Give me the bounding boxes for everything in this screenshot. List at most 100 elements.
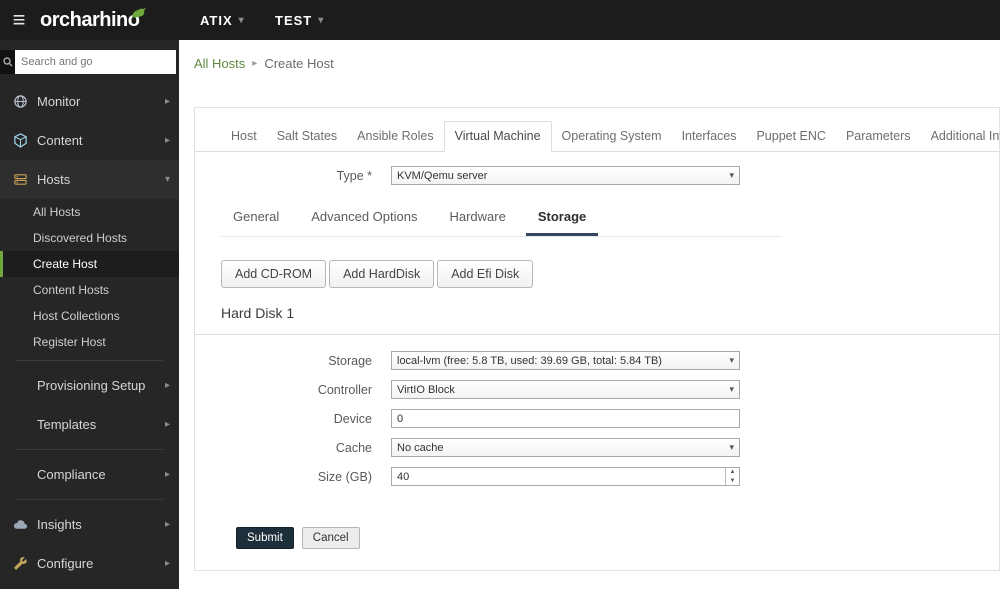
sidebar-item-infrastructure[interactable]: Infrastructure ▸ — [0, 583, 179, 589]
sidebar-item-compliance[interactable]: Compliance ▸ — [0, 455, 179, 494]
device-field-row: Device — [195, 409, 999, 428]
location-menu[interactable]: TEST ▾ — [275, 13, 324, 28]
sidebar-item-monitor[interactable]: Monitor ▸ — [0, 82, 179, 121]
top-bar: ≡ orcharhino ATIX ▾ TEST ▾ — [0, 0, 1000, 40]
divider — [195, 334, 999, 335]
sidebar-subitem-register-host[interactable]: Register Host — [0, 329, 179, 355]
subtab-advanced-options[interactable]: Advanced Options — [299, 203, 429, 236]
sidebar-item-insights[interactable]: Insights ▸ — [0, 505, 179, 544]
tab-ansible-roles[interactable]: Ansible Roles — [347, 122, 443, 151]
form-footer: Submit Cancel — [236, 527, 999, 549]
hard-disk-form: Storage local-lvm (free: 5.8 TB, used: 3… — [195, 351, 999, 486]
sidebar-item-label: Hosts — [37, 172, 71, 187]
tab-operating-system[interactable]: Operating System — [552, 122, 672, 151]
device-label: Device — [333, 411, 372, 426]
breadcrumb-all-hosts-link[interactable]: All Hosts — [194, 56, 245, 71]
hard-disk-title: Hard Disk 1 — [221, 305, 295, 321]
chevron-down-icon: ▾ — [238, 14, 245, 26]
sidebar-subitem-host-collections[interactable]: Host Collections — [0, 303, 179, 329]
controller-label: Controller — [317, 382, 372, 397]
provisioning-icon — [12, 378, 28, 394]
vm-subtab-bar: General Advanced Options Hardware Storag… — [221, 203, 781, 237]
search-input[interactable] — [15, 50, 176, 74]
subtab-hardware[interactable]: Hardware — [437, 203, 517, 236]
hamburger-menu-icon[interactable]: ≡ — [0, 0, 38, 40]
breadcrumb: All Hosts ▸ Create Host — [179, 40, 1000, 71]
subitem-label: Content Hosts — [33, 283, 110, 297]
chevron-right-icon: ▸ — [252, 58, 258, 69]
type-select[interactable]: KVM/Qemu server ▾ — [391, 166, 740, 185]
sidebar-item-label: Templates — [37, 417, 97, 432]
size-input-wrap: ▲ ▼ — [391, 467, 740, 486]
sidebar-subitem-discovered-hosts[interactable]: Discovered Hosts — [0, 225, 179, 251]
chevron-down-icon: ▾ — [318, 14, 325, 26]
app-logo[interactable]: orcharhino — [40, 7, 147, 32]
sidebar-item-provisioning-setup[interactable]: Provisioning Setup ▸ — [0, 366, 179, 405]
tab-puppet-enc[interactable]: Puppet ENC — [746, 122, 835, 151]
controller-field-row: Controller VirtIO Block ▾ — [195, 380, 999, 399]
subtab-general[interactable]: General — [221, 203, 291, 236]
sidebar-item-label: Content — [37, 133, 83, 148]
compliance-icon — [12, 467, 28, 483]
sidebar-divider — [16, 360, 163, 361]
sidebar-subitem-content-hosts[interactable]: Content Hosts — [0, 277, 179, 303]
type-label: Type * — [336, 168, 372, 183]
create-host-panel: Host Salt States Ansible Roles Virtual M… — [194, 107, 1000, 571]
device-input[interactable] — [392, 410, 739, 427]
subtab-storage[interactable]: Storage — [525, 203, 599, 236]
tab-parameters[interactable]: Parameters — [836, 122, 921, 151]
subitem-label: Discovered Hosts — [33, 231, 128, 245]
number-spinner[interactable]: ▲ ▼ — [725, 468, 739, 485]
org-menu[interactable]: ATIX ▾ — [200, 13, 245, 28]
cancel-button[interactable]: Cancel — [301, 527, 360, 549]
sidebar-item-hosts[interactable]: Hosts ▾ — [0, 160, 179, 199]
storage-label: Storage — [328, 353, 372, 368]
sidebar: Monitor ▸ Content ▸ Hosts ▾ All Hosts Di… — [0, 40, 179, 589]
chevron-down-icon: ▾ — [729, 384, 734, 394]
sidebar-subitem-all-hosts[interactable]: All Hosts — [0, 199, 179, 225]
sidebar-item-templates[interactable]: Templates ▸ — [0, 405, 179, 444]
storage-actions: Add CD-ROM Add HardDisk Add Efi Disk — [221, 260, 999, 288]
spinner-down-icon[interactable]: ▼ — [726, 477, 739, 486]
spinner-up-icon[interactable]: ▲ — [726, 468, 739, 477]
tab-interfaces[interactable]: Interfaces — [672, 122, 747, 151]
tab-salt-states[interactable]: Salt States — [267, 122, 347, 151]
cache-select[interactable]: No cache ▾ — [391, 438, 740, 457]
content-icon — [12, 133, 28, 149]
add-harddisk-button[interactable]: Add HardDisk — [329, 260, 435, 288]
add-efi-disk-button[interactable]: Add Efi Disk — [437, 260, 534, 288]
sidebar-item-label: Monitor — [37, 94, 81, 109]
sidebar-item-configure[interactable]: Configure ▸ — [0, 544, 179, 583]
subitem-label: Host Collections — [33, 309, 120, 323]
chevron-expanded-icon: ▾ — [164, 174, 170, 185]
subitem-label: Create Host — [33, 257, 98, 271]
cloud-icon — [12, 517, 28, 533]
cache-label: Cache — [335, 440, 372, 455]
tab-virtual-machine[interactable]: Virtual Machine — [443, 121, 552, 152]
monitor-icon — [12, 94, 28, 110]
controller-select-value: VirtIO Block — [397, 383, 455, 396]
chevron-right-icon: ▸ — [164, 380, 170, 391]
tab-bar: Host Salt States Ansible Roles Virtual M… — [195, 108, 1000, 152]
add-cdrom-button[interactable]: Add CD-ROM — [221, 260, 327, 288]
chevron-right-icon: ▸ — [164, 96, 170, 107]
sidebar-item-content[interactable]: Content ▸ — [0, 121, 179, 160]
main-content: All Hosts ▸ Create Host Host Salt States… — [179, 40, 1000, 589]
templates-icon — [12, 417, 28, 433]
tab-additional-information[interactable]: Additional Information — [921, 122, 1000, 151]
storage-select-value: local-lvm (free: 5.8 TB, used: 39.69 GB,… — [397, 354, 662, 367]
controller-select[interactable]: VirtIO Block ▾ — [391, 380, 740, 399]
storage-select[interactable]: local-lvm (free: 5.8 TB, used: 39.69 GB,… — [391, 351, 740, 370]
chevron-right-icon: ▸ — [164, 519, 170, 530]
sidebar-search — [0, 50, 176, 74]
sidebar-item-label: Compliance — [37, 467, 106, 482]
cache-select-value: No cache — [397, 441, 444, 454]
submit-button[interactable]: Submit — [236, 527, 294, 549]
chevron-down-icon: ▾ — [729, 170, 734, 180]
sidebar-subitem-create-host[interactable]: Create Host — [0, 251, 179, 277]
device-input-wrap — [391, 409, 740, 428]
size-input[interactable] — [392, 468, 739, 485]
org-menu-label: ATIX — [200, 12, 233, 28]
tab-host[interactable]: Host — [221, 122, 267, 151]
chevron-right-icon: ▸ — [164, 135, 170, 146]
